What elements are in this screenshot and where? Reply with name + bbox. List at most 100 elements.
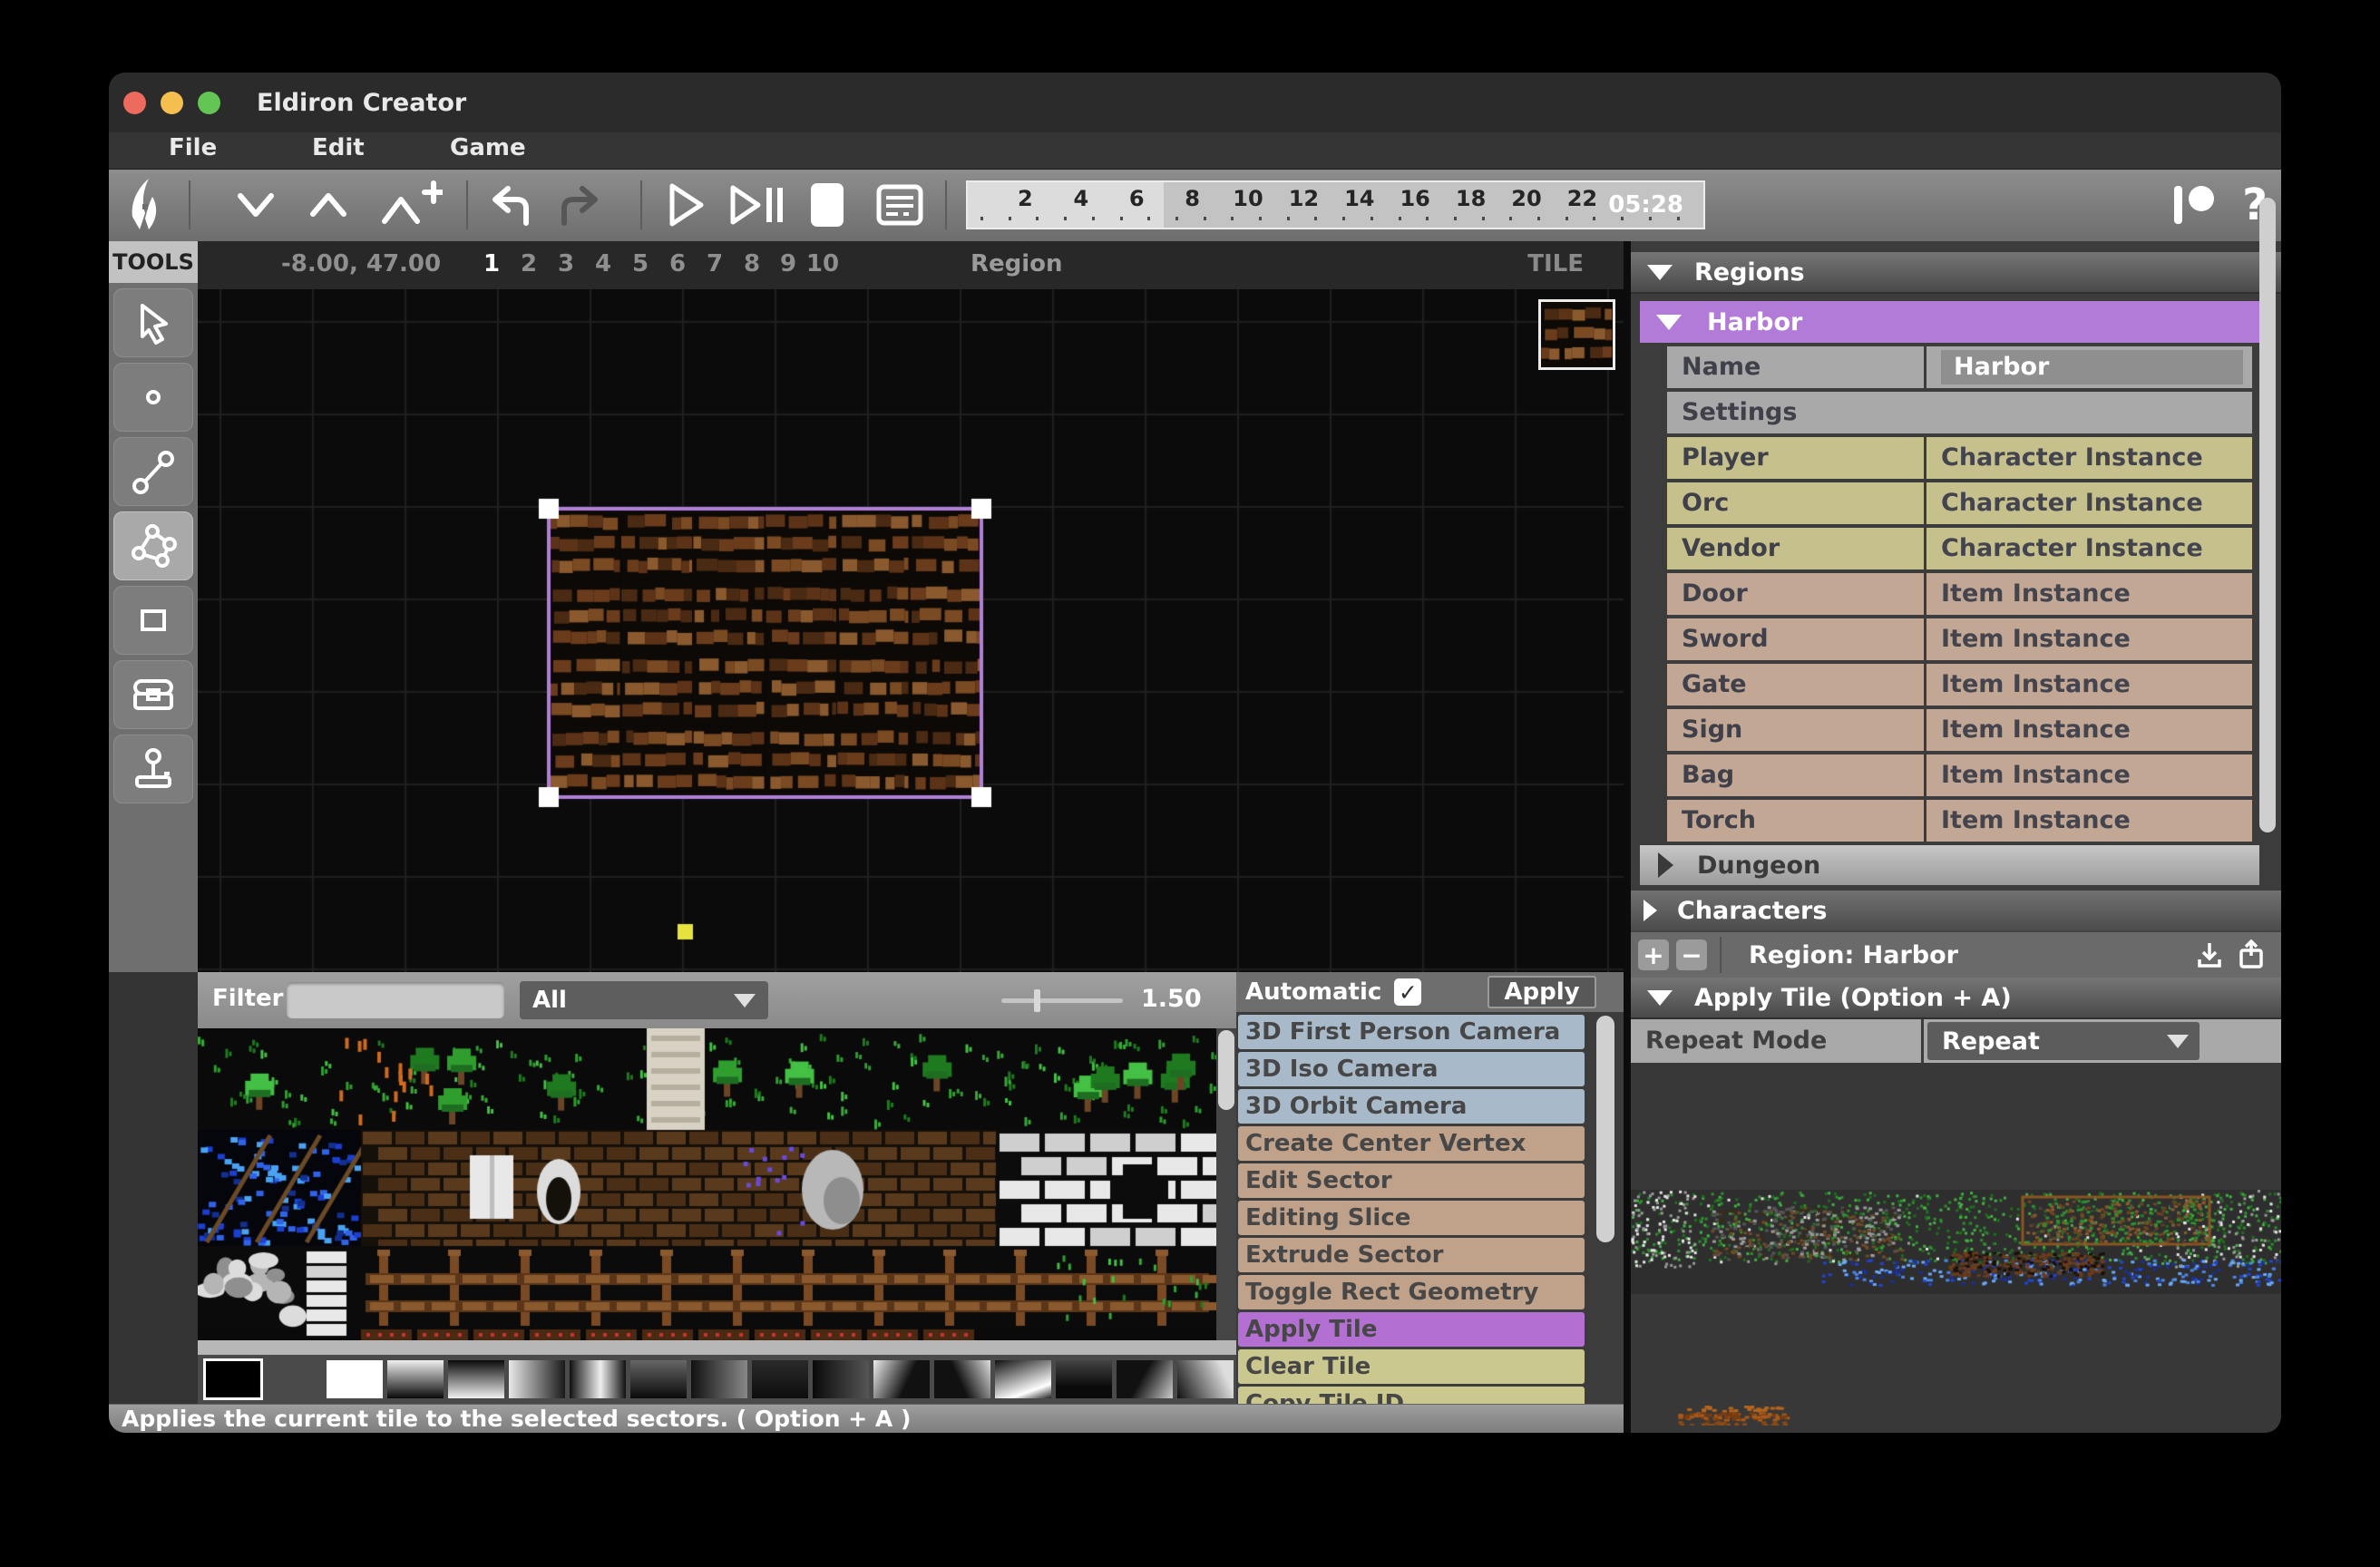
tile-palette-canvas[interactable] — [198, 1028, 1216, 1340]
action-item-editing-slice[interactable]: Editing Slice — [1238, 1201, 1585, 1235]
material-swatch[interactable] — [205, 1360, 261, 1398]
region-name-input[interactable]: Harbor — [1941, 350, 2243, 384]
add-level-button[interactable] — [377, 177, 443, 233]
region-item-harbor[interactable]: Harbor — [1640, 301, 2259, 343]
apply-button[interactable]: Apply — [1488, 976, 1596, 1008]
material-swatch[interactable] — [691, 1360, 747, 1398]
move-up-button[interactable] — [303, 177, 354, 233]
redo-button[interactable] — [557, 177, 608, 233]
region-property-row[interactable]: GateItem Instance — [1667, 664, 2252, 706]
stop-button[interactable] — [802, 177, 853, 233]
material-swatch[interactable] — [873, 1360, 930, 1398]
material-swatch[interactable] — [570, 1360, 626, 1398]
action-item-3d-iso-camera[interactable]: 3D Iso Camera — [1238, 1052, 1585, 1086]
region-footer-toolbar: + − Region: Harbor — [1631, 930, 2281, 978]
action-item-create-center-vertex[interactable]: Create Center Vertex — [1238, 1126, 1585, 1161]
region-properties: Name Harbor SettingsPlayerCharacter Instan… — [1631, 343, 2281, 842]
material-swatch[interactable] — [1056, 1360, 1112, 1398]
game-tool-button[interactable] — [113, 735, 193, 803]
map-canvas[interactable] — [198, 289, 1624, 972]
ruler-number: 2 — [521, 250, 537, 277]
export-region-button[interactable] — [2236, 939, 2267, 970]
apply-tile-section-header[interactable]: Apply Tile (Option + A) — [1631, 978, 2281, 1019]
region-property-row[interactable]: BagItem Instance — [1667, 754, 2252, 796]
separator — [1720, 937, 1722, 973]
material-swatch[interactable] — [509, 1360, 565, 1398]
import-region-button[interactable] — [2194, 939, 2225, 970]
filter-input[interactable] — [287, 982, 504, 1018]
characters-section-header[interactable]: Characters — [1631, 891, 2281, 930]
actions-header: Automatic ✓ Apply — [1236, 972, 1624, 1012]
play-pause-button[interactable] — [727, 177, 787, 233]
repeat-mode-dropdown[interactable]: Repeat — [1927, 1022, 2200, 1060]
region-property-row[interactable]: OrcCharacter Instance — [1667, 482, 2252, 524]
palette-hscrollbar[interactable] — [198, 1340, 1236, 1355]
tile-zoom-slider[interactable] — [1001, 998, 1123, 1003]
menu-edit[interactable]: Edit — [312, 134, 365, 161]
material-swatch[interactable] — [327, 1360, 383, 1398]
region-property-row[interactable]: TorchItem Instance — [1667, 800, 2252, 842]
timeline-scrubber[interactable]: 246810121416182022 05:28 — [966, 180, 1705, 229]
chevron-down-icon — [1647, 990, 1673, 1006]
rect-tool-button[interactable] — [113, 586, 193, 655]
patreon-button[interactable] — [2170, 177, 2220, 233]
divider — [1921, 1019, 1924, 1063]
menu-game[interactable]: Game — [450, 134, 526, 161]
action-item-3d-first-person-camera[interactable]: 3D First Person Camera — [1238, 1015, 1585, 1049]
select-tool-button[interactable] — [113, 288, 193, 357]
region-property-row[interactable]: SignItem Instance — [1667, 709, 2252, 751]
maximize-window-button[interactable] — [198, 92, 220, 114]
add-region-button[interactable]: + — [1638, 939, 1669, 970]
action-item-apply-tile[interactable]: Apply Tile — [1238, 1312, 1585, 1347]
vertex-tool-button[interactable] — [113, 363, 193, 432]
line-tool-button[interactable] — [113, 437, 193, 506]
items-tool-button[interactable] — [113, 660, 193, 729]
play-button[interactable] — [660, 177, 711, 233]
action-item-extrude-sector[interactable]: Extrude Sector — [1238, 1238, 1585, 1272]
action-item-clear-tile[interactable]: Clear Tile — [1238, 1349, 1585, 1384]
material-swatch[interactable] — [934, 1360, 990, 1398]
action-item-edit-sector[interactable]: Edit Sector — [1238, 1163, 1585, 1198]
slider-thumb[interactable] — [1034, 989, 1040, 1012]
property-label: Name — [1667, 346, 1924, 388]
region-property-row[interactable]: Name Harbor — [1667, 346, 2252, 388]
scrollbar-thumb[interactable] — [1596, 1016, 1614, 1242]
region-property-row[interactable]: PlayerCharacter Instance — [1667, 437, 2252, 479]
material-swatch[interactable] — [1177, 1360, 1234, 1398]
region-item-dungeon[interactable]: Dungeon — [1640, 845, 2259, 885]
right-panel: Regions Harbor NameHarborSettingsPlayerC… — [1624, 241, 2281, 1433]
material-swatch[interactable] — [995, 1360, 1051, 1398]
material-swatch[interactable] — [1117, 1360, 1173, 1398]
timeline-tick — [1509, 217, 1512, 220]
close-window-button[interactable] — [123, 92, 146, 114]
menu-file[interactable]: File — [169, 134, 217, 161]
sector-tool-button[interactable] — [113, 511, 193, 580]
debug-log-button[interactable] — [874, 177, 925, 233]
palette-vscrollbar[interactable] — [1216, 1028, 1236, 1340]
repeat-mode-row: Repeat Mode Repeat — [1631, 1019, 2281, 1063]
regions-section-header[interactable]: Regions — [1631, 252, 2281, 294]
material-swatch[interactable] — [630, 1360, 687, 1398]
region-property-row[interactable]: DoorItem Instance — [1667, 573, 2252, 615]
category-dropdown[interactable]: All — [520, 981, 768, 1019]
region-property-row[interactable]: Settings — [1667, 392, 2252, 433]
timeline-tick — [1566, 217, 1568, 220]
material-swatch[interactable] — [752, 1360, 808, 1398]
scrollbar-thumb[interactable] — [1218, 1030, 1234, 1110]
timeline-tick — [1399, 217, 1401, 220]
action-item-copy-tile-id[interactable]: Copy Tile ID — [1238, 1387, 1585, 1404]
minimize-window-button[interactable] — [161, 92, 183, 114]
action-item-toggle-rect-geometry[interactable]: Toggle Rect Geometry — [1238, 1275, 1585, 1309]
app-window: Eldiron Creator File Edit Game — [109, 73, 2281, 1433]
region-property-row[interactable]: SwordItem Instance — [1667, 618, 2252, 660]
undo-button[interactable] — [483, 177, 533, 233]
material-swatch[interactable] — [813, 1360, 869, 1398]
remove-region-button[interactable]: − — [1676, 939, 1707, 970]
move-down-button[interactable] — [230, 177, 281, 233]
action-item-3d-orbit-camera[interactable]: 3D Orbit Camera — [1238, 1089, 1585, 1124]
scrollbar-thumb[interactable] — [2259, 198, 2276, 832]
material-swatch[interactable] — [387, 1360, 444, 1398]
automatic-checkbox[interactable]: ✓ — [1394, 978, 1421, 1006]
region-property-row[interactable]: VendorCharacter Instance — [1667, 528, 2252, 569]
material-swatch[interactable] — [448, 1360, 504, 1398]
